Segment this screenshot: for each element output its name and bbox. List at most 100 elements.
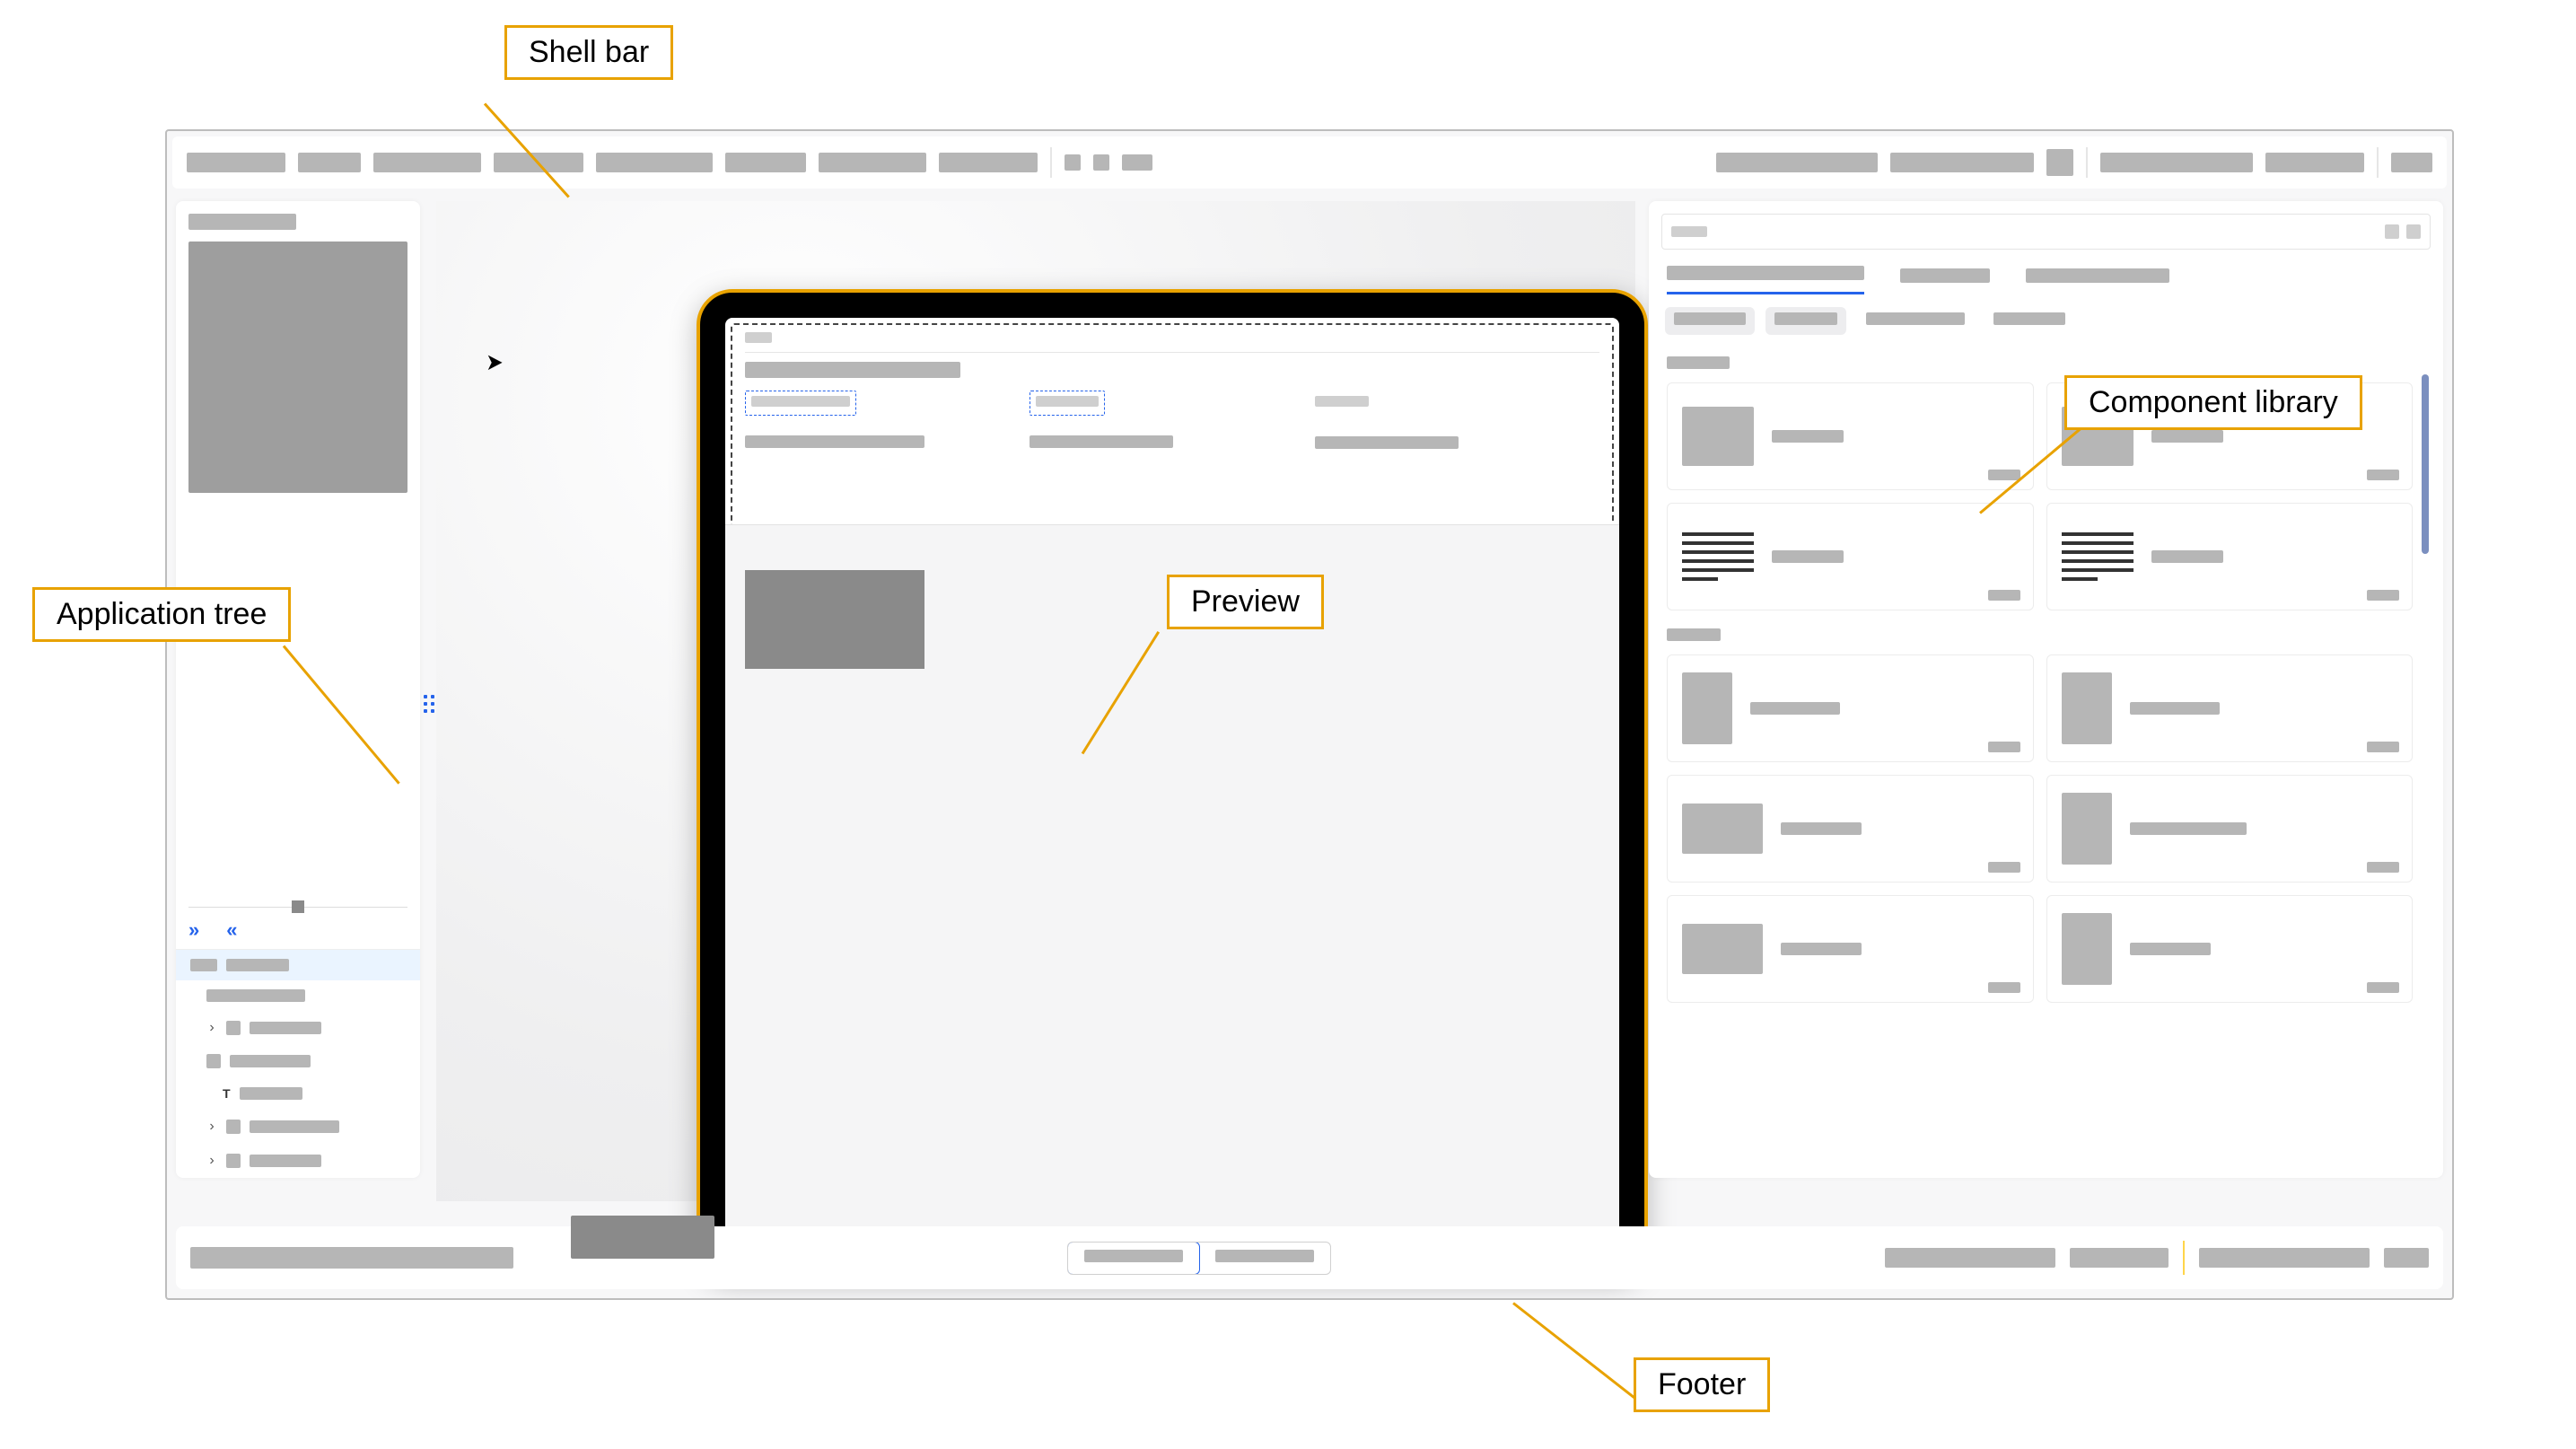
step-rail [188, 902, 407, 911]
component-card[interactable] [1667, 775, 2034, 883]
footer-item[interactable] [2199, 1248, 2370, 1268]
shellbar-icon[interactable] [1065, 154, 1081, 171]
shellbar-item[interactable] [725, 153, 806, 172]
search-icon [2385, 224, 2399, 239]
component-search-input[interactable] [1661, 214, 2431, 250]
chevron-right-icon[interactable]: › [206, 1153, 217, 1169]
preview-title [745, 362, 960, 378]
component-glyph [2062, 913, 2112, 985]
component-library-panel [1649, 201, 2443, 1178]
shellbar-item[interactable] [187, 153, 285, 172]
tree-node[interactable] [176, 1045, 420, 1077]
footer-item[interactable] [2384, 1248, 2429, 1268]
selected-facet[interactable] [1030, 391, 1105, 416]
component-glyph [2062, 672, 2112, 744]
tree-node[interactable] [176, 980, 420, 1011]
shellbar-item[interactable] [939, 153, 1038, 172]
preview-canvas[interactable] [436, 201, 1635, 1201]
text-icon: T [223, 1086, 231, 1101]
preview-viewport[interactable] [725, 318, 1619, 1248]
filter-chip[interactable] [1766, 307, 1846, 335]
filter-chip[interactable] [1857, 307, 1974, 335]
callout-shell-bar: Shell bar [504, 25, 673, 80]
library-tab[interactable] [1667, 266, 1864, 294]
library-section-title [1667, 356, 1730, 369]
step-marker[interactable] [292, 900, 304, 913]
shellbar-icon[interactable] [1093, 154, 1109, 171]
shellbar-item[interactable] [596, 153, 713, 172]
shellbar-divider [1050, 147, 1052, 178]
footer-item[interactable] [2070, 1248, 2169, 1268]
tree-node[interactable]: › [176, 1011, 420, 1045]
shellbar-item[interactable] [819, 153, 926, 172]
library-section-title [1667, 628, 1721, 641]
footer-divider [2183, 1241, 2185, 1275]
shell-bar [172, 136, 2447, 189]
callout-footer: Footer [1634, 1357, 1770, 1412]
shellbar-item[interactable] [1716, 153, 1878, 172]
library-tab[interactable] [1900, 268, 1990, 294]
footer-drag-block[interactable] [571, 1216, 714, 1259]
scrollbar-thumb[interactable] [2422, 374, 2429, 554]
shellbar-divider [2086, 147, 2088, 178]
tree-node[interactable]: › [176, 1110, 420, 1144]
shellbar-icon[interactable] [2046, 149, 2073, 176]
component-glyph [1682, 924, 1763, 974]
shellbar-item[interactable] [1890, 153, 2034, 172]
component-card[interactable] [2046, 654, 2414, 762]
shellbar-item[interactable] [298, 153, 361, 172]
footer-status [190, 1247, 513, 1269]
component-card[interactable] [1667, 895, 2034, 1003]
segment-option[interactable] [1067, 1242, 1200, 1275]
text-block-glyph [1682, 527, 1754, 586]
component-card[interactable] [1667, 654, 2034, 762]
shellbar-item[interactable] [373, 153, 481, 172]
library-filter-chips [1661, 294, 2431, 342]
component-card[interactable] [2046, 503, 2414, 610]
chevron-right-icon[interactable]: › [206, 1119, 217, 1135]
callout-application-tree: Application tree [32, 587, 291, 642]
component-glyph [1682, 407, 1754, 466]
application-tree-panel: » « › T › [176, 201, 420, 1178]
text-block-glyph [2062, 527, 2134, 586]
component-card[interactable] [2046, 895, 2414, 1003]
component-card[interactable] [1667, 503, 2034, 610]
selected-facet[interactable] [745, 391, 856, 416]
tree: › T › › [176, 949, 420, 1178]
filter-chip[interactable] [1665, 307, 1755, 335]
library-scroll-area[interactable] [1661, 347, 2431, 1165]
shellbar-icon[interactable] [1122, 154, 1152, 171]
footer-item[interactable] [1885, 1248, 2055, 1268]
preview-breadcrumb[interactable] [745, 332, 772, 343]
facet-value [745, 435, 924, 448]
tree-node[interactable]: › [176, 1144, 420, 1178]
tree-node[interactable]: T [176, 1077, 420, 1110]
tree-node-root[interactable] [176, 950, 420, 980]
component-glyph [1682, 672, 1732, 744]
chevron-right-icon[interactable]: › [206, 1020, 217, 1036]
collapse-all-icon[interactable]: « [226, 920, 237, 940]
page-thumbnail[interactable] [188, 242, 407, 493]
footer-bar [176, 1226, 2443, 1289]
preview-placeholder-block[interactable] [745, 570, 924, 669]
library-tab[interactable] [2026, 268, 2169, 294]
filter-chip[interactable] [1985, 307, 2074, 335]
shellbar-item[interactable] [2391, 153, 2432, 172]
filter-icon[interactable] [2406, 224, 2421, 239]
app-frame: » « › T › [165, 129, 2454, 1300]
preview-object-header [725, 318, 1619, 378]
shellbar-divider [2377, 147, 2379, 178]
panel-resize-handle[interactable] [424, 695, 438, 716]
shellbar-item[interactable] [2100, 153, 2253, 172]
preview-body[interactable] [725, 524, 1619, 1248]
expand-all-icon[interactable]: » [188, 920, 199, 940]
callout-preview: Preview [1167, 575, 1324, 629]
component-card[interactable] [2046, 775, 2414, 883]
shellbar-item[interactable] [2265, 153, 2364, 172]
facet-label [1315, 396, 1369, 407]
facet-value [1030, 435, 1173, 448]
view-mode-segmented [1067, 1242, 1331, 1275]
segment-option[interactable] [1199, 1243, 1330, 1274]
facet-value [1315, 436, 1459, 449]
component-card[interactable] [1667, 382, 2034, 490]
